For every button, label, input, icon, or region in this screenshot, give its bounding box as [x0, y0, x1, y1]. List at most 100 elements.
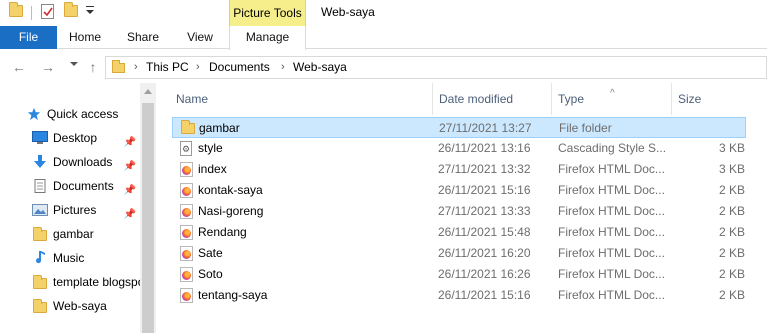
file-size: 2 KB: [718, 246, 745, 260]
file-date-modified: 27/11/2021 13:33: [438, 204, 531, 218]
firefox-html-icon: [180, 162, 193, 177]
file-date-modified: 26/11/2021 15:16: [438, 288, 531, 302]
desktop-icon: [32, 131, 48, 144]
breadcrumb-separator-icon[interactable]: ›: [281, 57, 285, 78]
address-bar[interactable]: › This PC › Documents › Web-saya: [105, 56, 767, 79]
file-name: index: [198, 162, 227, 176]
file-date-modified: 27/11/2021 13:32: [438, 162, 531, 176]
properties-icon[interactable]: [41, 4, 54, 19]
file-type: Firefox HTML Doc...: [558, 288, 665, 302]
customize-toolbar-icon[interactable]: [86, 6, 95, 16]
file-name: tentang-saya: [198, 288, 268, 302]
file-date-modified: 26/11/2021 15:48: [438, 225, 531, 239]
file-size: 2 KB: [718, 204, 745, 218]
ribbon-tabs: File Home Share View Manage: [0, 26, 767, 50]
back-arrow-icon[interactable]: ←: [10, 58, 28, 76]
file-date-modified: 26/11/2021 16:26: [438, 267, 531, 281]
column-header-type[interactable]: Type: [558, 83, 584, 115]
file-type: Firefox HTML Doc...: [558, 204, 665, 218]
sidebar-item-quick-access[interactable]: Quick access: [22, 103, 134, 125]
column-divider[interactable]: [432, 83, 433, 115]
file-row-sate[interactable]: Sate 26/11/2021 16:20 Firefox HTML Doc..…: [172, 243, 746, 264]
file-size: 2 KB: [718, 183, 745, 197]
sidebar-item-pictures[interactable]: Pictures 📌: [28, 199, 140, 221]
column-divider[interactable]: [551, 83, 552, 115]
breadcrumb-separator-icon[interactable]: ›: [196, 57, 200, 78]
recent-locations-chevron-icon[interactable]: [70, 62, 78, 66]
file-size: 2 KB: [718, 267, 745, 281]
scroll-up-icon[interactable]: [144, 89, 152, 94]
breadcrumb-separator-icon[interactable]: ›: [134, 57, 138, 78]
tab-view[interactable]: View: [177, 26, 223, 49]
tab-manage[interactable]: Manage: [229, 26, 306, 50]
file-row-style[interactable]: style 26/11/2021 13:16 Cascading Style S…: [172, 138, 746, 159]
breadcrumb-web-saya[interactable]: Web-saya: [293, 57, 347, 78]
quick-access-separator: [31, 6, 32, 20]
file-name: Nasi-goreng: [198, 204, 264, 218]
breadcrumb-this-pc[interactable]: This PC: [146, 57, 189, 78]
file-type: Firefox HTML Doc...: [558, 225, 665, 239]
file-row-nasi-goreng[interactable]: Nasi-goreng 27/11/2021 13:33 Firefox HTM…: [172, 201, 746, 222]
file-size: 3 KB: [718, 162, 745, 176]
file-date-modified: 27/11/2021 13:27: [439, 121, 532, 135]
column-header-size[interactable]: Size: [678, 83, 701, 115]
sidebar-item-gambar[interactable]: gambar: [28, 223, 140, 245]
file-name: Rendang: [198, 225, 247, 239]
sidebar-item-template-blogspot[interactable]: template blogspot: [28, 271, 140, 293]
sidebar-item-music[interactable]: Music: [28, 247, 140, 269]
file-row-index[interactable]: index 27/11/2021 13:32 Firefox HTML Doc.…: [172, 159, 746, 180]
file-type: Firefox HTML Doc...: [558, 162, 665, 176]
navigation-bar: ← → ↑ › This PC › Documents › Web-saya: [0, 50, 767, 83]
breadcrumb-documents[interactable]: Documents: [209, 57, 270, 78]
file-row-gambar[interactable]: gambar 27/11/2021 13:27 File folder: [172, 117, 746, 138]
file-row-rendang[interactable]: Rendang 26/11/2021 15:48 Firefox HTML Do…: [172, 222, 746, 243]
pin-icon[interactable]: 📌: [124, 180, 136, 197]
pin-icon[interactable]: 📌: [124, 132, 136, 149]
file-row-soto[interactable]: Soto 26/11/2021 16:26 Firefox HTML Doc..…: [172, 264, 746, 285]
file-row-tentang-saya[interactable]: tentang-saya 26/11/2021 15:16 Firefox HT…: [172, 285, 746, 306]
firefox-html-icon: [180, 225, 193, 240]
file-date-modified: 26/11/2021 13:16: [438, 141, 531, 155]
file-type: File folder: [559, 121, 612, 135]
file-name: Sate: [198, 246, 223, 260]
scrollbar-thumb[interactable]: [142, 103, 154, 333]
sidebar-item-label: Web-saya: [53, 299, 107, 313]
file-size: [678, 118, 746, 139]
tab-home[interactable]: Home: [62, 26, 108, 49]
pin-icon[interactable]: 📌: [124, 156, 136, 173]
file-date-modified: 26/11/2021 16:20: [438, 246, 531, 260]
file-type: Firefox HTML Doc...: [558, 246, 665, 260]
file-name: gambar: [199, 121, 240, 135]
file-size: 3 KB: [718, 141, 745, 155]
column-divider[interactable]: [671, 83, 672, 115]
file-list: Name Date modified Type ^ Size gambar 27…: [156, 83, 767, 333]
sidebar-scrollbar[interactable]: [140, 83, 156, 333]
sort-ascending-icon: ^: [610, 88, 615, 99]
sidebar-item-label: template blogspot: [53, 275, 140, 289]
column-header-name[interactable]: Name: [176, 83, 208, 115]
file-row-kontak-saya[interactable]: kontak-saya 26/11/2021 15:16 Firefox HTM…: [172, 180, 746, 201]
up-arrow-icon[interactable]: ↑: [84, 58, 102, 76]
firefox-html-icon: [180, 246, 193, 261]
column-header-date[interactable]: Date modified: [439, 83, 513, 115]
new-folder-icon[interactable]: [64, 2, 78, 17]
sidebar-item-desktop[interactable]: Desktop 📌: [28, 127, 140, 149]
tab-file[interactable]: File: [0, 26, 57, 49]
sidebar-item-label: Documents: [53, 179, 114, 193]
sidebar-item-label: Downloads: [53, 155, 113, 169]
file-name: Soto: [198, 267, 223, 281]
folder-icon[interactable]: [9, 2, 23, 17]
folder-icon: [33, 299, 47, 313]
forward-arrow-icon[interactable]: →: [39, 58, 57, 76]
star-icon: [27, 107, 41, 121]
tab-share[interactable]: Share: [120, 26, 166, 49]
sidebar-item-label: Pictures: [53, 203, 97, 217]
title-bar: Picture Tools Web-saya: [0, 0, 767, 26]
file-type: Firefox HTML Doc...: [558, 183, 665, 197]
css-file-icon: [180, 141, 192, 156]
pin-icon[interactable]: 📌: [124, 204, 136, 221]
sidebar-item-downloads[interactable]: Downloads 📌: [28, 151, 140, 173]
sidebar-item-web-saya[interactable]: Web-saya: [28, 295, 140, 317]
sidebar-item-documents[interactable]: Documents 📌: [28, 175, 140, 197]
music-icon: [36, 251, 45, 264]
